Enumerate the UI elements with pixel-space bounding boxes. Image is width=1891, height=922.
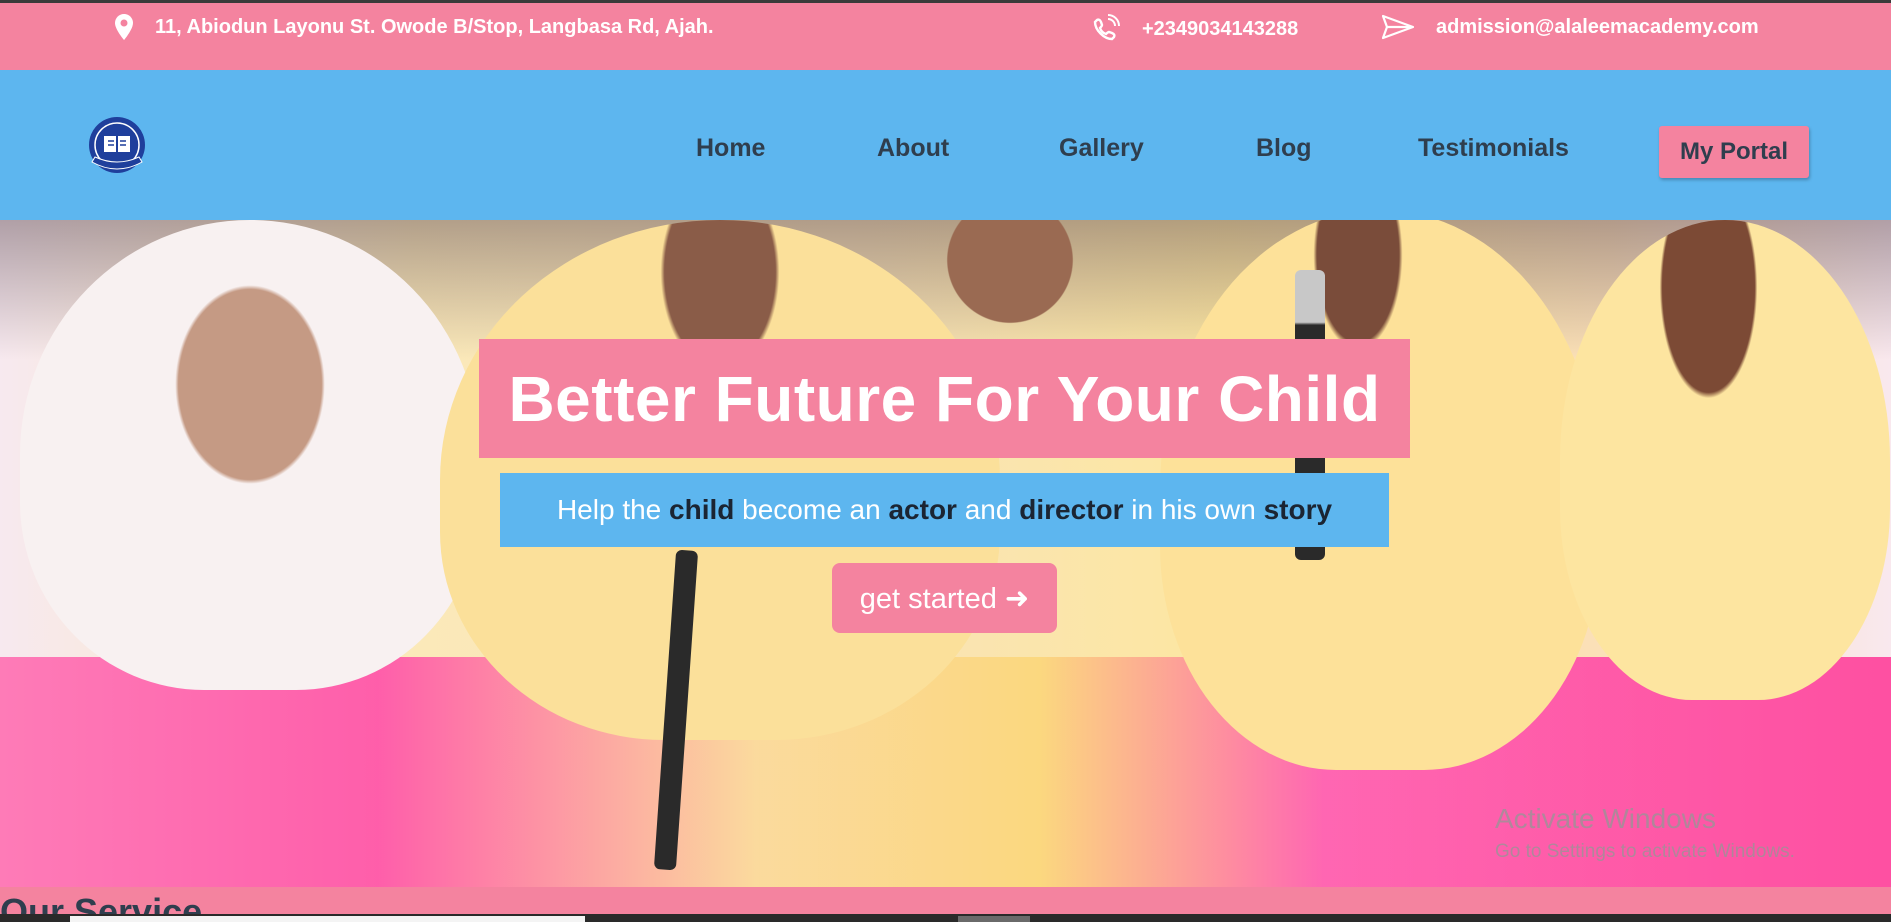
subtitle-part: Help the (556, 494, 662, 525)
photo-child-back (930, 220, 1090, 340)
subtitle-emphasis-child: child (669, 494, 735, 525)
watermark-title: Activate Windows (1495, 803, 1716, 834)
my-portal-button[interactable]: My Portal (1659, 126, 1809, 178)
windows-activation-watermark: Activate Windows Go to Settings to activ… (1495, 803, 1795, 863)
subtitle-part: become an (742, 494, 881, 525)
get-started-button[interactable]: get started ➜ (832, 563, 1057, 633)
watermark-subtitle: Go to Settings to activate Windows. (1495, 841, 1795, 862)
phone-icon (1093, 14, 1120, 41)
hero-subtitle: Help the child become an actor and direc… (500, 473, 1389, 547)
scrollbar-segment (958, 916, 1030, 922)
subtitle-emphasis-story: story (1263, 494, 1333, 525)
photo-child-left (20, 220, 480, 690)
phone-info[interactable]: +2349034143288 (1090, 14, 1298, 44)
map-pin-icon (115, 14, 133, 40)
paper-plane-icon (1382, 14, 1414, 40)
subtitle-part: in his own (1131, 494, 1256, 525)
phone-text[interactable]: +2349034143288 (1142, 18, 1298, 41)
top-info-bar: 11, Abiodun Layonu St. Owode B/Stop, Lan… (0, 0, 1891, 70)
nav-about[interactable]: About (877, 134, 949, 163)
hero-headline: Better Future For Your Child (508, 362, 1381, 435)
hero-banner: Better Future For Your Child Help the ch… (0, 220, 1891, 887)
nav-gallery[interactable]: Gallery (1059, 134, 1144, 163)
address-text: 11, Abiodun Layonu St. Owode B/Stop, Lan… (155, 15, 714, 38)
subtitle-emphasis-actor: actor (888, 494, 957, 525)
photo-child-right (1560, 220, 1890, 700)
address-info: 11, Abiodun Layonu St. Owode B/Stop, Lan… (115, 14, 714, 40)
email-info[interactable]: admission@alaleemacademy.com (1382, 14, 1759, 40)
email-text[interactable]: admission@alaleemacademy.com (1436, 16, 1759, 39)
nav-blog[interactable]: Blog (1256, 134, 1312, 163)
subtitle-part: and (964, 494, 1012, 525)
subtitle-emphasis-director: director (1019, 494, 1124, 525)
nav-home[interactable]: Home (696, 134, 765, 163)
nav-testimonials[interactable]: Testimonials (1418, 134, 1569, 163)
scrollbar-thumb[interactable] (70, 916, 585, 922)
hero-headline-box: Better Future For Your Child (479, 339, 1410, 458)
school-crest-logo[interactable] (84, 116, 150, 178)
main-nav: Home About Gallery Blog Testimonials My … (0, 70, 1891, 220)
